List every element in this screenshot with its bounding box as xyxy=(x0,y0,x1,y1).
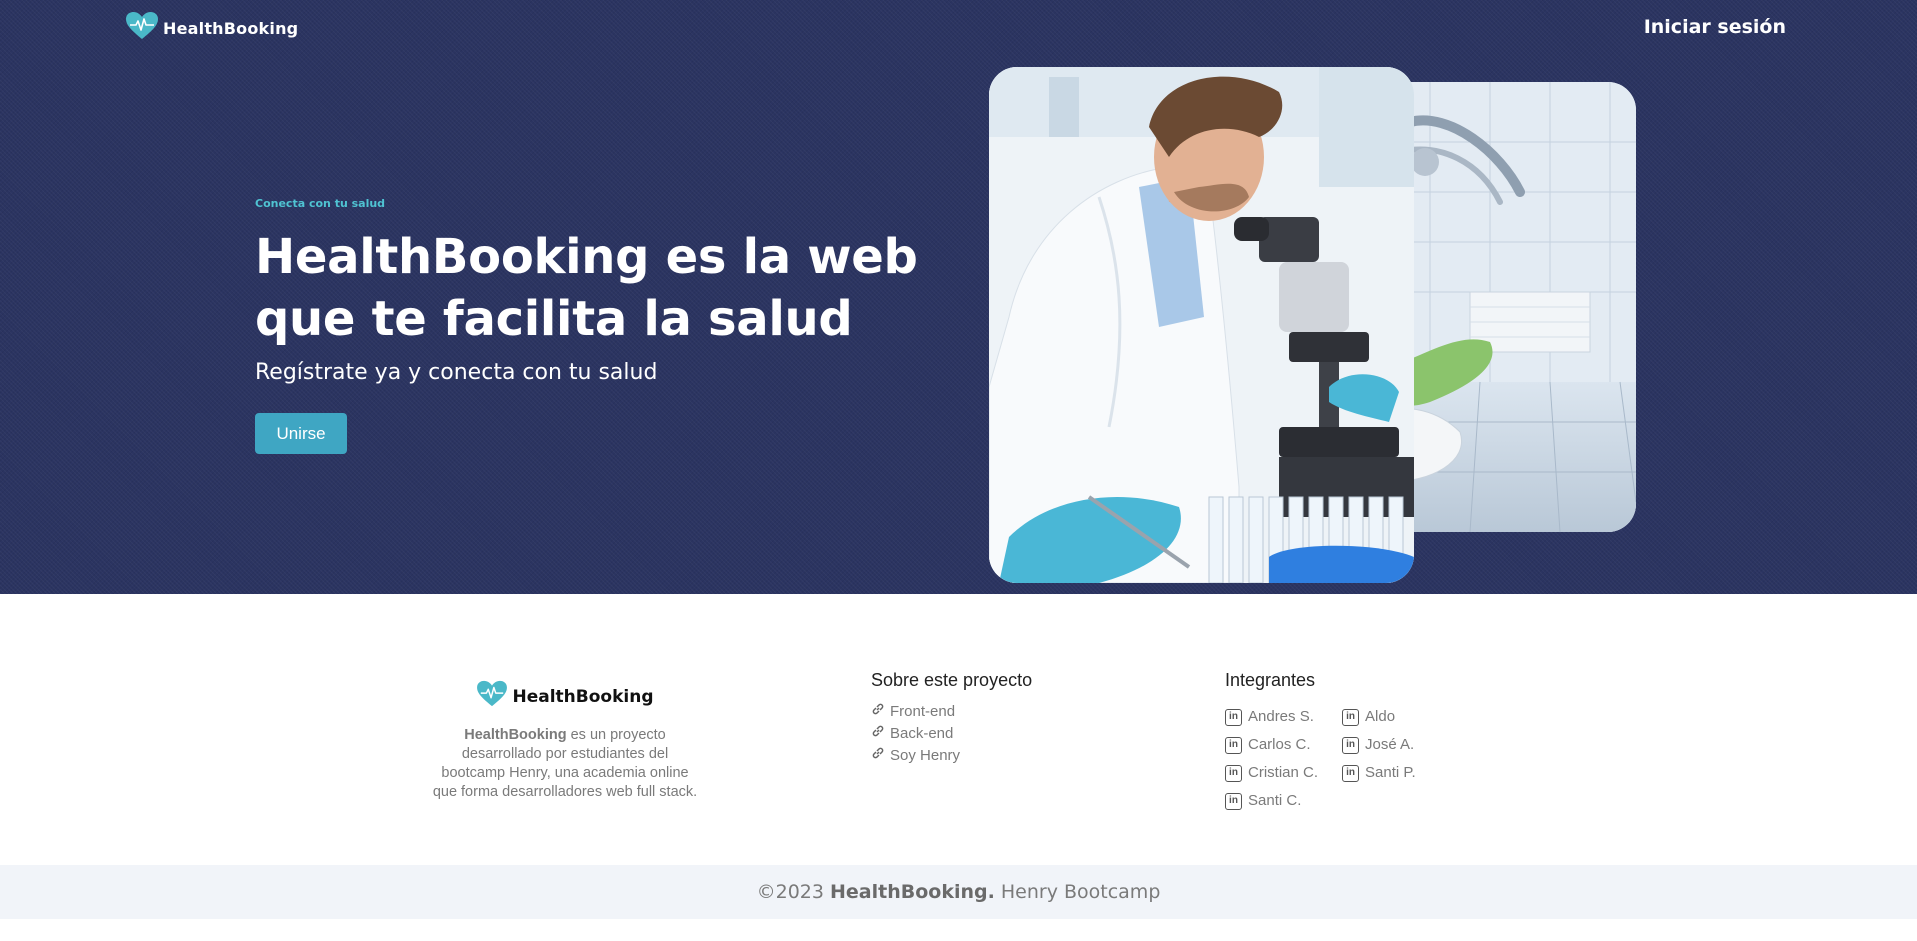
members-title: Integrantes xyxy=(1225,670,1316,690)
linkedin-icon: in xyxy=(1342,708,1360,726)
footer-brand-name: HealthBooking xyxy=(512,686,654,707)
heart-logo-icon xyxy=(125,11,159,46)
member-link[interactable]: in Cristian C. xyxy=(1225,759,1318,787)
linkedin-icon: in xyxy=(1342,736,1360,754)
member-name: Cristian C. xyxy=(1248,764,1319,781)
hero-kicker: Conecta con tu salud xyxy=(255,197,386,210)
hero-headline-line-2: que te facilita la salud xyxy=(255,291,853,347)
linkedin-icon: in xyxy=(1225,736,1242,754)
project-link-backend-label: Back-end xyxy=(890,725,954,742)
link-icon xyxy=(871,701,885,723)
copyright-brand: HealthBooking. xyxy=(830,881,995,903)
copyright-suffix: Henry Bootcamp xyxy=(994,881,1161,903)
members-column-left: in Andres S. in Carlos C. in Cristian C.… xyxy=(1225,703,1318,815)
linkedin-icon: in xyxy=(1342,764,1360,782)
project-link-soyhenry-label: Soy Henry xyxy=(890,747,961,764)
hero-headline-line-1: HealthBooking es la web xyxy=(255,229,918,285)
footer-about-brand: HealthBooking xyxy=(464,727,567,743)
footer-about-line-2: desarrollado por estudiantes del xyxy=(461,746,669,762)
project-link-frontend[interactable]: Front-end xyxy=(871,701,1032,723)
footer-project-block: Sobre este proyecto Front-end Back-end S… xyxy=(871,670,1032,767)
scientist-photo xyxy=(989,67,1414,583)
member-link[interactable]: in Santi C. xyxy=(1225,787,1318,815)
join-button[interactable]: Unirse xyxy=(255,413,347,454)
project-link-backend[interactable]: Back-end xyxy=(871,723,1032,745)
member-name: Andres S. xyxy=(1248,708,1314,725)
link-icon xyxy=(871,745,885,767)
footer-about-text: HealthBooking es un proyecto desarrollad… xyxy=(405,726,725,802)
member-name: José A. xyxy=(1365,736,1415,753)
member-link[interactable]: in Santi P. xyxy=(1342,759,1416,787)
footer-about-line-3: bootcamp Henry, una academia online xyxy=(441,765,689,781)
header-logo[interactable]: HealthBooking xyxy=(125,11,299,46)
footer-brand-block: HealthBooking HealthBooking es un proyec… xyxy=(405,680,725,802)
copyright-bar: ©2023 HealthBooking. Henry Bootcamp xyxy=(0,865,1917,919)
member-name: Santi P. xyxy=(1365,764,1416,781)
member-name: Carlos C. xyxy=(1248,736,1311,753)
linkedin-icon: in xyxy=(1225,764,1242,782)
member-link[interactable]: in Carlos C. xyxy=(1225,731,1318,759)
link-icon xyxy=(871,723,885,745)
footer-logo[interactable]: HealthBooking xyxy=(405,680,725,713)
hero-subline: Regístrate ya y conecta con tu salud xyxy=(255,360,658,385)
brand-name: HealthBooking xyxy=(163,18,299,38)
member-name: Aldo xyxy=(1365,708,1396,725)
hero-section: HealthBooking Iniciar sesión Conecta con… xyxy=(0,0,1917,594)
members-column-right: in Aldo in José A. in Santi P. xyxy=(1342,703,1416,815)
footer-members-block: Integrantes in Andres S. in Carlos C. in… xyxy=(1225,670,1416,815)
project-title: Sobre este proyecto xyxy=(871,670,1033,690)
heart-logo-icon xyxy=(476,680,508,713)
member-name: Santi C. xyxy=(1248,792,1302,809)
project-link-soyhenry[interactable]: Soy Henry xyxy=(871,745,1032,767)
hero-headline: HealthBooking es la web que te facilita … xyxy=(255,226,975,350)
footer-about-line-4: que forma desarrolladores web full stack… xyxy=(432,784,698,800)
member-link[interactable]: in Aldo xyxy=(1342,703,1416,731)
linkedin-icon: in xyxy=(1225,708,1242,726)
footer-about-line-1: es un proyecto xyxy=(566,727,666,743)
member-link[interactable]: in Andres S. xyxy=(1225,703,1318,731)
member-link[interactable]: in José A. xyxy=(1342,731,1416,759)
linkedin-icon: in xyxy=(1225,792,1242,810)
login-link[interactable]: Iniciar sesión xyxy=(1644,16,1786,38)
copyright-prefix: ©2023 xyxy=(756,881,831,903)
project-link-frontend-label: Front-end xyxy=(890,703,956,720)
